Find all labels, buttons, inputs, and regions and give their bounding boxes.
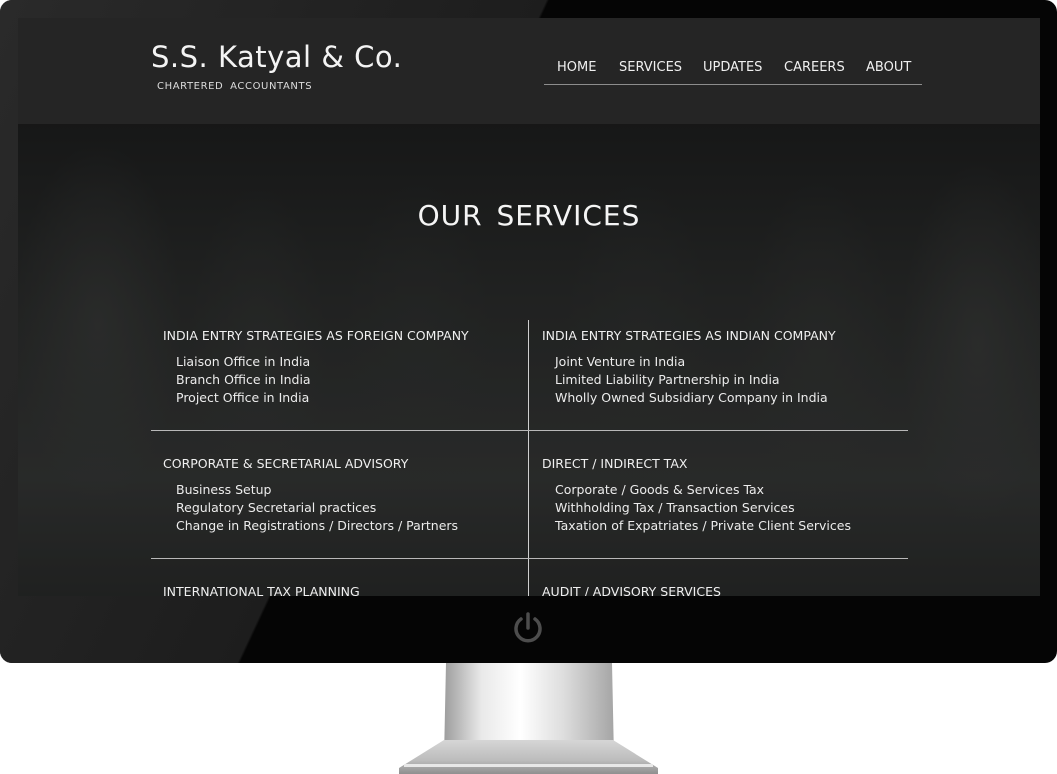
brand-title[interactable]: S.S. Katyal & Co. [151, 40, 402, 74]
services-grid: INDIA ENTRY STRATEGIES AS FOREIGN COMPAN… [151, 320, 908, 596]
service-item[interactable]: Liaison Office in India [176, 353, 521, 371]
main-nav: HOME SERVICES UPDATES CAREERS ABOUT [544, 60, 922, 85]
nav-item-about[interactable]: ABOUT [866, 60, 911, 75]
service-card: INTERNATIONAL TAX PLANNING [151, 584, 521, 596]
service-card: INDIA ENTRY STRATEGIES AS INDIAN COMPANY… [530, 328, 900, 407]
browser-viewport: S.S. Katyal & Co. CHARTERED ACCOUNTANTS … [18, 18, 1040, 596]
service-title[interactable]: INDIA ENTRY STRATEGIES AS FOREIGN COMPAN… [163, 328, 521, 343]
service-list: Liaison Office in India Branch Office in… [176, 353, 521, 407]
row-divider [151, 558, 908, 559]
power-icon[interactable] [510, 610, 546, 646]
service-list: Joint Venture in India Limited Liability… [555, 353, 900, 407]
nav-item-home[interactable]: HOME [557, 60, 596, 75]
service-item[interactable]: Project Office in India [176, 389, 521, 407]
service-title[interactable]: INTERNATIONAL TAX PLANNING [163, 584, 521, 596]
monitor-stand-highlight [404, 764, 653, 767]
service-title[interactable]: INDIA ENTRY STRATEGIES AS INDIAN COMPANY [542, 328, 900, 343]
service-item[interactable]: Business Setup [176, 481, 521, 499]
service-list: Corporate / Goods & Services Tax Withhol… [555, 481, 900, 535]
service-item[interactable]: Regulatory Secretarial practices [176, 499, 521, 517]
brand-subtitle: CHARTERED ACCOUNTANTS [157, 81, 313, 92]
service-item[interactable]: Limited Liability Partnership in India [555, 371, 900, 389]
service-item[interactable]: Change in Registrations / Directors / Pa… [176, 517, 521, 535]
service-item[interactable]: Corporate / Goods & Services Tax [555, 481, 900, 499]
column-divider [528, 320, 529, 596]
nav-item-updates[interactable]: UPDATES [703, 60, 762, 75]
service-item[interactable]: Joint Venture in India [555, 353, 900, 371]
service-card: DIRECT / INDIRECT TAX Corporate / Goods … [530, 456, 900, 535]
service-card: AUDIT / ADVISORY SERVICES [530, 584, 900, 596]
service-item[interactable]: Branch Office in India [176, 371, 521, 389]
service-title[interactable]: AUDIT / ADVISORY SERVICES [542, 584, 900, 596]
nav-item-careers[interactable]: CAREERS [784, 60, 845, 75]
page-title: OUR SERVICES [417, 199, 641, 232]
service-item[interactable]: Wholly Owned Subsidiary Company in India [555, 389, 900, 407]
monitor-frame: S.S. Katyal & Co. CHARTERED ACCOUNTANTS … [0, 0, 1057, 663]
site-header: S.S. Katyal & Co. CHARTERED ACCOUNTANTS … [18, 18, 1040, 124]
service-card: INDIA ENTRY STRATEGIES AS FOREIGN COMPAN… [151, 328, 521, 407]
service-title[interactable]: DIRECT / INDIRECT TAX [542, 456, 900, 471]
service-item[interactable]: Taxation of Expatriates / Private Client… [555, 517, 900, 535]
monitor-stand-base [399, 740, 658, 774]
service-title[interactable]: CORPORATE & SECRETARIAL ADVISORY [163, 456, 521, 471]
service-card: CORPORATE & SECRETARIAL ADVISORY Busines… [151, 456, 521, 535]
service-list: Business Setup Regulatory Secretarial pr… [176, 481, 521, 535]
service-item[interactable]: Withholding Tax / Transaction Services [555, 499, 900, 517]
row-divider [151, 430, 908, 431]
nav-item-services[interactable]: SERVICES [619, 60, 682, 75]
